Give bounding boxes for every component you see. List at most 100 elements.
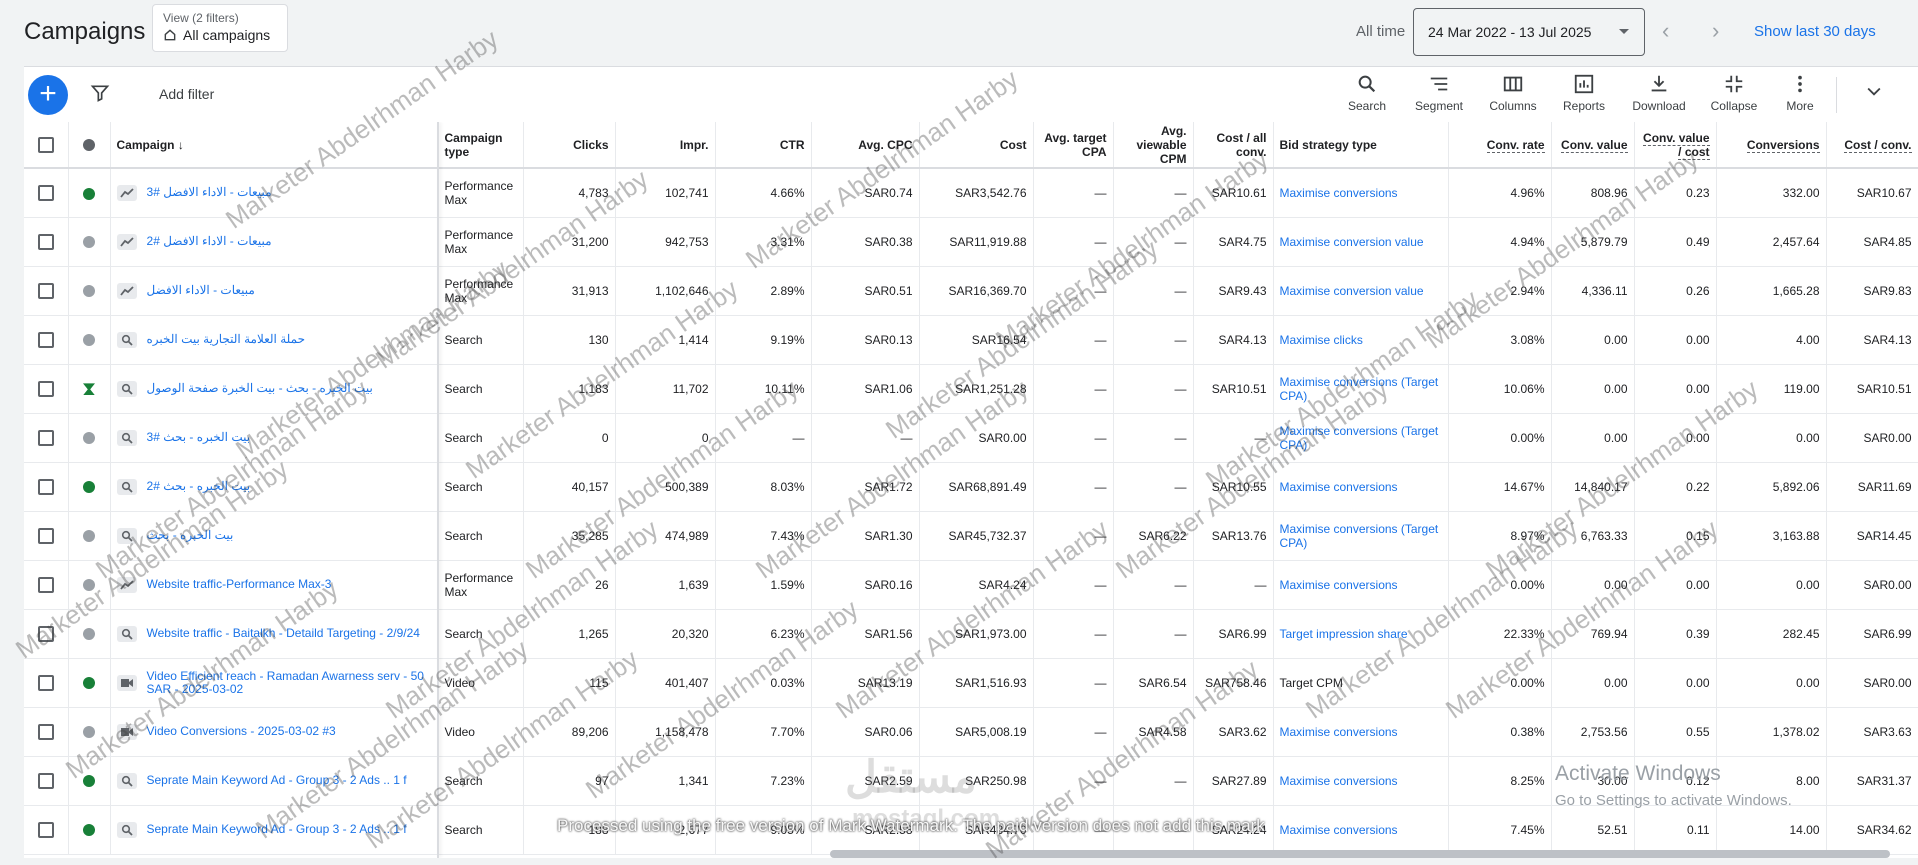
collapse-button[interactable]: Collapse xyxy=(1704,73,1764,113)
row-checkbox[interactable] xyxy=(24,217,69,267)
campaign-name-link[interactable]: مبيعات - الاداء الافضل #3 xyxy=(147,186,272,199)
status-indicator[interactable] xyxy=(68,707,111,757)
more-button[interactable]: More xyxy=(1770,73,1830,113)
chevron-down-icon[interactable] xyxy=(1864,81,1884,101)
table-row[interactable]: Video Efficient reach - Ramadan Awarness… xyxy=(24,658,1918,708)
table-row[interactable]: مبيعات - الاداء الافضل #2 Performance Max… xyxy=(24,217,1918,267)
campaign-header[interactable]: Campaign ↓ xyxy=(110,122,439,169)
bid-strategy-link[interactable]: Maximise conversions xyxy=(1280,480,1398,494)
status-indicator[interactable] xyxy=(68,266,111,316)
ctr-header[interactable]: CTR xyxy=(715,122,812,169)
columns-button[interactable]: Columns xyxy=(1483,73,1543,113)
clicks-header[interactable]: Clicks xyxy=(523,122,616,169)
campaign-name-link[interactable]: بيت الخبره - بحث - بيت الخبرة صفحة الوصو… xyxy=(147,382,373,395)
table-row[interactable]: مبيعات - الاداء الافضل Performance Max 31,… xyxy=(24,266,1918,316)
add-filter-button[interactable]: Add filter xyxy=(159,86,214,102)
avg-cpc-header[interactable]: Avg. CPC xyxy=(811,122,920,169)
campaign-type-header[interactable]: Campaign type xyxy=(438,122,524,169)
campaign-name-link[interactable]: Video Conversions - 2025-03-02 #3 xyxy=(147,725,336,738)
bid-strategy-link[interactable]: Maximise conversions xyxy=(1280,774,1398,788)
table-row[interactable]: Website traffic-Performance Max-3 Perform… xyxy=(24,560,1918,610)
horizontal-scrollbar[interactable] xyxy=(830,850,1890,858)
conversions-header[interactable]: Conversions xyxy=(1716,122,1827,169)
status-indicator[interactable] xyxy=(68,315,111,365)
status-indicator[interactable] xyxy=(68,462,111,512)
bid-strategy-header[interactable]: Bid strategy type xyxy=(1273,122,1449,169)
reports-button[interactable]: Reports xyxy=(1554,73,1614,113)
row-checkbox[interactable] xyxy=(24,315,69,365)
add-campaign-button[interactable]: + xyxy=(28,75,68,115)
status-indicator[interactable] xyxy=(68,413,111,463)
bid-strategy-link[interactable]: Maximise conversions (Target CPA) xyxy=(1280,375,1439,403)
previous-period-icon[interactable]: ‹ xyxy=(1662,18,1669,44)
download-button[interactable]: Download xyxy=(1629,73,1689,113)
show-last-30-days-link[interactable]: Show last 30 days xyxy=(1754,23,1876,40)
avg-viewable-cpm-header[interactable]: Avg. viewable CPM xyxy=(1113,122,1194,169)
status-indicator[interactable] xyxy=(68,217,111,267)
cost-all-conv-header[interactable]: Cost / all conv. xyxy=(1193,122,1274,169)
row-checkbox[interactable] xyxy=(24,266,69,316)
campaign-name-link[interactable]: مبيعات - الاداء الافضل xyxy=(147,284,255,297)
status-indicator[interactable] xyxy=(68,364,111,414)
next-period-icon[interactable]: › xyxy=(1712,18,1719,44)
campaign-name-link[interactable]: بيت الخبره - بحث xyxy=(147,529,234,542)
filter-icon[interactable] xyxy=(90,83,110,103)
cost-header[interactable]: Cost xyxy=(919,122,1034,169)
row-checkbox[interactable] xyxy=(24,168,69,218)
row-checkbox[interactable] xyxy=(24,413,69,463)
campaign-name-link[interactable]: Seprate Main Keyword Ad - Group 3 - 2 Ad… xyxy=(147,823,407,836)
row-checkbox[interactable] xyxy=(24,756,69,806)
table-row[interactable]: حملة العلامة التجارية بيت الخبره Search 13… xyxy=(24,315,1918,365)
table-row[interactable]: بيت الخبره - بحث #3 Search 0 0— — SAR0.00— — — M… xyxy=(24,413,1918,463)
segment-button[interactable]: Segment xyxy=(1409,73,1469,113)
campaign-name-link[interactable]: مبيعات - الاداء الافضل #2 xyxy=(147,235,272,248)
campaign-name-link[interactable]: بيت الخبره - بحث #3 xyxy=(147,431,251,444)
status-indicator[interactable] xyxy=(68,805,111,855)
status-indicator[interactable] xyxy=(68,560,111,610)
row-checkbox[interactable] xyxy=(24,609,69,659)
bid-strategy-link[interactable]: Maximise clicks xyxy=(1280,333,1363,347)
table-row[interactable]: مبيعات - الاداء الافضل #3 Performance Max… xyxy=(24,168,1918,218)
table-row[interactable]: Video Conversions - 2025-03-02 #3 Video 89… xyxy=(24,707,1918,757)
status-indicator[interactable] xyxy=(68,609,111,659)
row-checkbox[interactable] xyxy=(24,658,69,708)
campaign-name-link[interactable]: Website traffic-Performance Max-3 xyxy=(147,578,332,591)
row-checkbox[interactable] xyxy=(24,511,69,561)
table-row[interactable]: Website traffic - Baitalkh - Detaild Tar… xyxy=(24,609,1918,659)
campaign-name-link[interactable]: Website traffic - Baitalkh - Detaild Tar… xyxy=(147,627,420,640)
table-row[interactable]: بيت الخبره - بحث #2 Search 40,157 500,389 8.… xyxy=(24,462,1918,512)
avg-target-cpa-header[interactable]: Avg. target CPA xyxy=(1033,122,1114,169)
table-row[interactable]: بيت الخبره - بحث - بيت الخبرة صفحة الوصو… xyxy=(24,364,1918,414)
bid-strategy-link[interactable]: Maximise conversions xyxy=(1280,578,1398,592)
bid-strategy-link[interactable]: Maximise conversions xyxy=(1280,186,1398,200)
select-all-checkbox[interactable] xyxy=(24,122,69,169)
status-indicator[interactable] xyxy=(68,511,111,561)
campaign-name-link[interactable]: Video Efficient reach - Ramadan Awarness… xyxy=(147,669,432,696)
campaign-name-link[interactable]: Seprate Main Keyword Ad - Group 3 - 2 Ad… xyxy=(147,774,407,787)
row-checkbox[interactable] xyxy=(24,560,69,610)
table-row[interactable]: بيت الخبره - بحث Search 35,285 474,989 7.43%… xyxy=(24,511,1918,561)
conv-value-header[interactable]: Conv. value xyxy=(1551,122,1635,169)
conv-rate-header[interactable]: Conv. rate xyxy=(1448,122,1552,169)
bid-strategy-link[interactable]: Maximise conversions (Target CPA) xyxy=(1280,522,1439,550)
status-indicator[interactable] xyxy=(68,756,111,806)
cost-per-conv-header[interactable]: Cost / conv. xyxy=(1826,122,1918,169)
bid-strategy-link[interactable]: Maximise conversions xyxy=(1280,823,1398,837)
bid-strategy-link[interactable]: Maximise conversions (Target CPA) xyxy=(1280,424,1439,452)
date-range-picker[interactable]: 24 Mar 2022 - 13 Jul 2025 xyxy=(1413,8,1645,56)
row-checkbox[interactable] xyxy=(24,707,69,757)
row-checkbox[interactable] xyxy=(24,805,69,855)
bid-strategy-link[interactable]: Target impression share xyxy=(1280,627,1408,641)
row-checkbox[interactable] xyxy=(24,364,69,414)
impressions-header[interactable]: Impr. xyxy=(615,122,716,169)
search-button[interactable]: Search xyxy=(1337,73,1397,113)
campaign-name-link[interactable]: حملة العلامة التجارية بيت الخبره xyxy=(147,333,306,346)
bid-strategy-link[interactable]: Maximise conversion value xyxy=(1280,284,1424,298)
row-checkbox[interactable] xyxy=(24,462,69,512)
view-selector[interactable]: View (2 filters) All campaigns xyxy=(152,4,288,52)
bid-strategy-link[interactable]: Maximise conversion value xyxy=(1280,235,1424,249)
conv-value-cost-header[interactable]: Conv. value / cost xyxy=(1634,122,1717,169)
status-indicator[interactable] xyxy=(68,168,111,218)
campaign-name-link[interactable]: بيت الخبره - بحث #2 xyxy=(147,480,251,493)
status-indicator[interactable] xyxy=(68,658,111,708)
